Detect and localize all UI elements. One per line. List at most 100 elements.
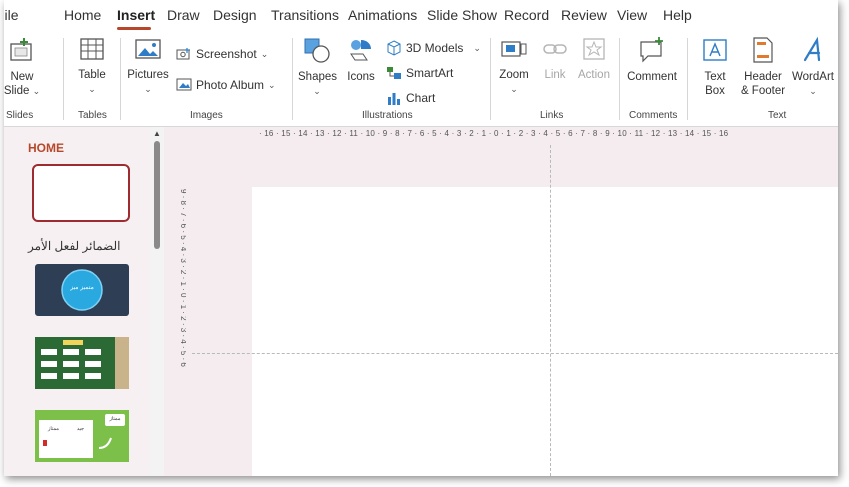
wordart-label: WordArt	[792, 71, 834, 83]
vertical-guide[interactable]	[550, 145, 551, 476]
chevron-down-icon: ⌄	[809, 86, 817, 96]
chevron-down-icon: ⌄	[144, 84, 152, 94]
comment-icon	[638, 36, 666, 64]
shapes-button[interactable]: Shapes ⌄	[298, 36, 338, 98]
shapes-label: Shapes	[298, 71, 338, 83]
smartart-button[interactable]: SmartArt	[386, 65, 453, 81]
icons-button[interactable]: Icons	[342, 36, 380, 84]
slide-canvas[interactable]	[252, 187, 838, 476]
tab-transitions[interactable]: Transitions	[271, 8, 339, 22]
powerpoint-window: File Home Insert Draw Design Transitions…	[4, 0, 838, 476]
new-slide-icon	[8, 36, 36, 64]
tab-insert[interactable]: Insert	[117, 8, 155, 22]
wordart-icon	[799, 36, 827, 64]
scroll-up-icon[interactable]: ▲	[153, 129, 161, 138]
group-label-text: Text	[768, 110, 787, 121]
slide-3-preview	[35, 337, 129, 389]
slide-thumbnail-4[interactable]: ممتاز جيد ممتاز	[35, 410, 129, 462]
slide-thumbnail-pane: HOME الضمائر لفعل الأمر متميز ميز ممتاز …	[4, 127, 150, 476]
chevron-down-icon: ⌄	[260, 49, 269, 59]
comment-label: Comment	[627, 71, 677, 83]
chart-button[interactable]: Chart	[386, 90, 435, 106]
bar-chart-icon	[386, 90, 402, 106]
zoom-button[interactable]: Zoom ⌄	[496, 36, 532, 96]
section-header[interactable]: HOME	[28, 141, 64, 155]
zoom-label: Zoom	[499, 69, 529, 81]
group-label-tables: Tables	[78, 110, 107, 121]
3d-models-label: 3D Models	[406, 41, 464, 55]
table-button[interactable]: Table ⌄	[71, 36, 113, 96]
text-box-icon	[701, 36, 729, 64]
chevron-down-icon: ⌄	[268, 80, 276, 90]
tab-design[interactable]: Design	[213, 8, 257, 22]
tab-home[interactable]: Home	[64, 8, 101, 22]
ribbon-tabs: File Home Insert Draw Design Transitions…	[4, 0, 838, 30]
chevron-down-icon: ⌄	[313, 86, 321, 96]
tab-record[interactable]: Record	[504, 8, 549, 22]
group-separator	[687, 38, 688, 120]
photo-album-label: Photo Album	[196, 78, 265, 92]
tab-slide-show[interactable]: Slide Show	[427, 8, 497, 22]
action-label: Action	[578, 69, 610, 81]
photo-album-icon	[176, 77, 192, 93]
new-slide-label-2: Slide	[4, 85, 30, 97]
thumbnail-scrollbar[interactable]: ▲	[150, 127, 164, 476]
group-label-comments: Comments	[629, 110, 678, 121]
screenshot-button[interactable]: Screenshot ⌄	[176, 46, 268, 62]
comment-button[interactable]: Comment	[625, 36, 679, 84]
table-label: Table	[78, 69, 106, 81]
3d-models-button[interactable]: 3D Models ⌄	[386, 40, 481, 56]
icons-label: Icons	[347, 71, 375, 83]
chevron-down-icon: ⌄	[510, 84, 518, 94]
smartart-icon	[386, 65, 402, 81]
table-icon	[79, 36, 105, 62]
slide-thumbnail-2[interactable]: متميز ميز	[35, 264, 129, 316]
smartart-label: SmartArt	[406, 66, 454, 80]
slide-2-label: متميز ميز	[70, 285, 94, 291]
slide-thumbnail-1[interactable]	[32, 164, 130, 222]
tab-review[interactable]: Review	[561, 8, 607, 22]
new-slide-button[interactable]: New Slide ⌄	[4, 36, 44, 98]
wordart-button[interactable]: WordArt ⌄	[790, 36, 836, 98]
chart-label: Chart	[406, 91, 436, 105]
new-slide-label: New	[10, 71, 34, 83]
cube-icon	[386, 40, 402, 56]
vertical-ruler: 9 · 8 · 7 · 6 · 5 · 4 · 3 · 2 · 1 · 0 · …	[179, 189, 186, 367]
tab-draw[interactable]: Draw	[167, 8, 200, 22]
tab-file[interactable]: File	[4, 8, 19, 22]
tab-help[interactable]: Help	[663, 8, 692, 22]
group-separator	[619, 38, 620, 120]
ribbon: New Slide ⌄ Slides Table ⌄ Tables Pictur…	[4, 30, 838, 127]
header-footer-button[interactable]: Header & Footer	[738, 36, 788, 98]
group-separator	[490, 38, 491, 120]
text-box-label: Text	[704, 71, 726, 83]
shapes-icon	[303, 36, 331, 64]
group-label-images: Images	[190, 110, 223, 121]
star-icon	[581, 36, 607, 62]
group-label-slides: Slides	[6, 110, 34, 121]
scrollbar-thumb[interactable]	[154, 141, 160, 249]
tab-animations[interactable]: Animations	[348, 8, 417, 22]
text-box-button[interactable]: Text Box	[696, 36, 734, 98]
tab-view[interactable]: View	[617, 8, 647, 22]
chevron-down-icon: ⌄	[32, 86, 41, 96]
link-button[interactable]: Link	[540, 36, 570, 82]
pictures-label: Pictures	[127, 69, 169, 81]
text-box-label-2: Box	[705, 85, 725, 97]
group-separator	[292, 38, 293, 120]
link-icon	[542, 36, 568, 62]
group-separator	[63, 38, 64, 120]
horizontal-ruler: · 16 · 15 · 14 · 13 · 12 · 11 · 10 · 9 ·…	[259, 129, 729, 138]
slide-4-label-1: ممتاز	[47, 426, 59, 432]
photo-album-button[interactable]: Photo Album ⌄	[176, 77, 276, 93]
section-header-arabic[interactable]: الضمائر لفعل الأمر	[28, 239, 120, 253]
chevron-down-icon: ⌄	[88, 84, 96, 94]
horizontal-guide[interactable]	[192, 353, 838, 354]
workspace: HOME الضمائر لفعل الأمر متميز ميز ممتاز …	[4, 127, 838, 476]
slide-thumbnail-3[interactable]	[35, 337, 129, 389]
icons-icon	[347, 36, 375, 64]
action-button[interactable]: Action	[574, 36, 614, 82]
footer-label: & Footer	[740, 85, 786, 97]
slide-4-label-2: جيد	[76, 426, 85, 432]
pictures-button[interactable]: Pictures ⌄	[126, 36, 170, 96]
